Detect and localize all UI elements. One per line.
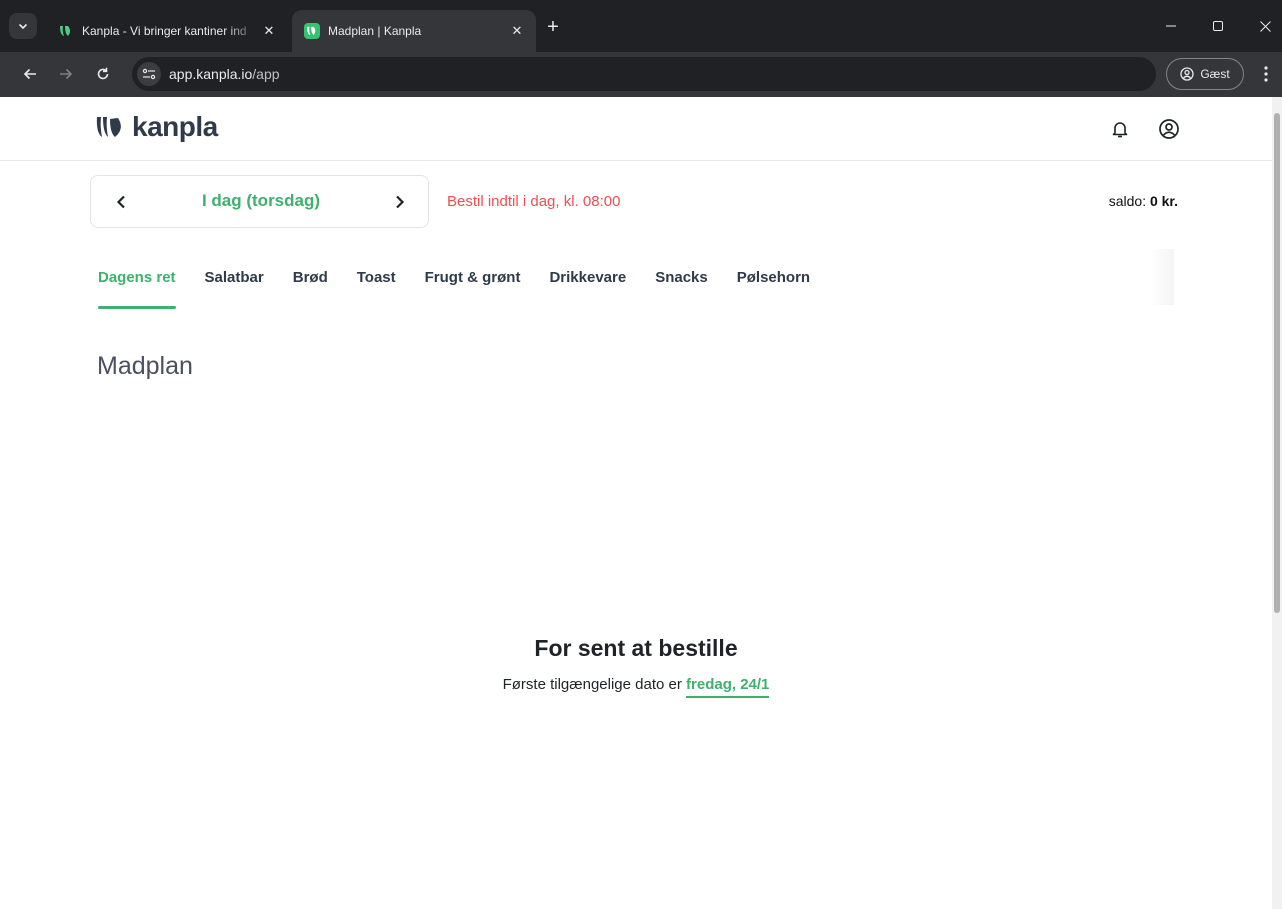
- window-close-button[interactable]: [1250, 14, 1280, 38]
- category-tabs: Dagens ret Salatbar Brød Toast Frugt & g…: [98, 269, 839, 309]
- close-icon[interactable]: ✕: [508, 22, 526, 40]
- maximize-button[interactable]: [1203, 14, 1233, 38]
- reload-icon: [97, 67, 109, 80]
- user-circle-icon: [1159, 119, 1179, 139]
- tab-search-button[interactable]: [9, 13, 37, 39]
- tab-brod[interactable]: Brød: [293, 269, 328, 309]
- profile-label: Gæst: [1200, 67, 1230, 81]
- kanpla-logo[interactable]: kanpla: [96, 111, 218, 143]
- profile-button[interactable]: Gæst: [1166, 58, 1244, 90]
- profile-icon: [1180, 67, 1194, 81]
- close-icon[interactable]: ✕: [260, 22, 278, 40]
- back-button[interactable]: [16, 60, 44, 88]
- minimize-icon: [1166, 25, 1176, 27]
- app-header: kanpla: [0, 97, 1272, 161]
- bell-icon: [1112, 122, 1128, 138]
- browser-menu-button[interactable]: [1256, 60, 1276, 88]
- logo-text: kanpla: [132, 111, 218, 142]
- maximize-icon: [1213, 21, 1223, 31]
- browser-chrome: Kanpla - Vi bringer kantiner ind ✕ Madpl…: [0, 0, 1282, 97]
- url-text: app.kanpla.io/app: [169, 66, 280, 82]
- arrow-left-icon: [23, 68, 36, 80]
- previous-day-button[interactable]: [109, 189, 133, 215]
- day-selector: I dag (torsdag): [90, 175, 429, 228]
- empty-state-text: Første tilgængelige dato er fredag, 24/1: [0, 676, 1272, 698]
- scrollbar[interactable]: [1272, 97, 1282, 909]
- order-deadline: Bestil indtil i dag, kl. 08:00: [447, 193, 621, 210]
- close-icon: [1259, 20, 1271, 32]
- balance-value: 0 kr.: [1149, 193, 1178, 209]
- minimize-button[interactable]: [1156, 14, 1186, 38]
- tab-frugt-og-gront[interactable]: Frugt & grønt: [425, 269, 521, 309]
- tab-drikkevare[interactable]: Drikkevare: [549, 269, 626, 309]
- more-vertical-icon: [1264, 66, 1268, 82]
- site-info-icon[interactable]: [137, 62, 161, 86]
- kanpla-logo-icon: [96, 117, 121, 137]
- browser-tab-kanpla-home[interactable]: Kanpla - Vi bringer kantiner ind ✕: [46, 10, 288, 52]
- chevron-down-icon: [18, 23, 28, 30]
- forward-button[interactable]: [52, 60, 80, 88]
- tab-title: Madplan | Kanpla: [328, 24, 422, 38]
- tab-polsehorn[interactable]: Pølsehorn: [737, 269, 810, 309]
- browser-tab-madplan[interactable]: Madplan | Kanpla ✕: [292, 10, 536, 52]
- address-bar[interactable]: app.kanpla.io/app: [132, 57, 1156, 91]
- notifications-button[interactable]: [1108, 117, 1132, 141]
- new-tab-button[interactable]: +: [540, 14, 566, 40]
- chevron-right-icon: [396, 195, 405, 209]
- chevron-left-icon: [116, 195, 125, 209]
- empty-state-message: Første tilgængelige dato er: [502, 676, 682, 693]
- current-day-label[interactable]: I dag (torsdag): [151, 191, 371, 211]
- tab-toast[interactable]: Toast: [357, 269, 396, 309]
- tab-strip: Kanpla - Vi bringer kantiner ind ✕ Madpl…: [0, 0, 1282, 52]
- tabs-scroll-fade: [1150, 249, 1174, 305]
- first-available-date-link[interactable]: fredag, 24/1: [686, 676, 770, 698]
- balance: saldo: 0 kr.: [1109, 193, 1178, 209]
- balance-label: saldo:: [1108, 193, 1147, 209]
- url-path: /app: [252, 66, 280, 82]
- tab-snacks[interactable]: Snacks: [655, 269, 708, 309]
- scrollbar-thumb[interactable]: [1274, 113, 1280, 613]
- arrow-right-icon: [60, 68, 73, 80]
- kanpla-favicon-icon: [304, 23, 320, 39]
- empty-state: For sent at bestille Første tilgængelige…: [0, 635, 1272, 698]
- tab-salatbar[interactable]: Salatbar: [205, 269, 264, 309]
- account-button[interactable]: [1157, 117, 1181, 141]
- url-host: app.kanpla.io: [169, 66, 253, 82]
- reload-button[interactable]: [89, 60, 117, 88]
- page-content: kanpla I dag (torsdag) Bestil indtil i d…: [0, 97, 1272, 909]
- tab-dagens-ret[interactable]: Dagens ret: [98, 269, 176, 309]
- tab-title: Kanpla - Vi bringer kantiner ind: [82, 24, 247, 38]
- next-day-button[interactable]: [388, 189, 412, 215]
- browser-toolbar: app.kanpla.io/app Gæst: [0, 52, 1282, 97]
- section-title: Madplan: [97, 352, 193, 380]
- kanpla-favicon-icon: [58, 23, 74, 39]
- empty-state-title: For sent at bestille: [534, 635, 738, 661]
